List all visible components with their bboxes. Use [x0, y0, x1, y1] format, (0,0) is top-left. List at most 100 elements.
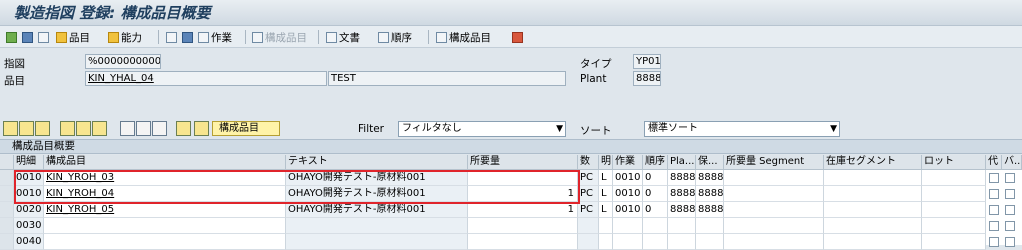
- filter-dropdown[interactable]: フィルタなし ▼: [398, 121, 566, 137]
- print-icon[interactable]: [182, 29, 193, 45]
- row-selector[interactable]: [0, 202, 14, 218]
- col-storage-cell[interactable]: 8888: [696, 202, 724, 218]
- col-item-cell[interactable]: 0030: [14, 218, 44, 234]
- col-alt-header[interactable]: 代: [986, 155, 1002, 170]
- col-storage-cell[interactable]: 8888: [696, 170, 724, 186]
- col-plant-cell[interactable]: 8888: [668, 186, 696, 202]
- col-component-header[interactable]: 構成品目: [44, 155, 286, 170]
- col-sequence-cell[interactable]: [643, 234, 668, 250]
- materials-icon[interactable]: [176, 121, 191, 136]
- alt-checkbox[interactable]: [989, 237, 999, 247]
- plant-field[interactable]: 8888: [633, 71, 661, 86]
- col-plant-header[interactable]: Pla...: [668, 155, 696, 170]
- toolbar-capacity-button[interactable]: 能力: [108, 29, 142, 45]
- col-category-header[interactable]: 明: [599, 155, 613, 170]
- col-unit-cell[interactable]: PC: [578, 170, 599, 186]
- col-category-cell[interactable]: L: [599, 170, 613, 186]
- col-stock-segment-cell[interactable]: [824, 218, 922, 234]
- col-batch-header[interactable]: ロット: [922, 155, 986, 170]
- col-sequence-cell[interactable]: 0: [643, 170, 668, 186]
- row-selector[interactable]: [0, 218, 14, 234]
- alt-checkbox[interactable]: [989, 205, 999, 215]
- row-selector[interactable]: [0, 186, 14, 202]
- select-block-icon[interactable]: [35, 121, 50, 136]
- col-batch-cell[interactable]: [922, 186, 986, 202]
- col-category-cell[interactable]: L: [599, 186, 613, 202]
- col-plant-cell[interactable]: 8888: [668, 170, 696, 186]
- col-sequence-cell[interactable]: [643, 218, 668, 234]
- col-text-cell[interactable]: OHAYO開発テスト-原材料001: [286, 202, 468, 218]
- col-unit-cell[interactable]: PC: [578, 186, 599, 202]
- alt-checkbox[interactable]: [989, 221, 999, 231]
- details-icon[interactable]: [120, 121, 135, 136]
- alt-checkbox[interactable]: [989, 173, 999, 183]
- sort-dropdown[interactable]: 標準ソート ▼: [644, 121, 840, 137]
- deselect-all-icon[interactable]: [19, 121, 34, 136]
- bulk-checkbox[interactable]: [1005, 205, 1015, 215]
- col-operation-cell[interactable]: [613, 218, 643, 234]
- hierarchy-icon[interactable]: [512, 29, 523, 45]
- col-item-cell[interactable]: 0040: [14, 234, 44, 250]
- col-unit-header[interactable]: 数: [578, 155, 599, 170]
- toolbar-materials-button[interactable]: 品目: [56, 29, 90, 45]
- col-component-cell[interactable]: KIN_YROH_05: [44, 202, 286, 218]
- toolbar-components-button[interactable]: 構成品目: [436, 29, 491, 45]
- col-sequence-cell[interactable]: 0: [643, 202, 668, 218]
- col-sequence-header[interactable]: 順序: [643, 155, 668, 170]
- save-icon[interactable]: [38, 29, 49, 45]
- col-unit-cell[interactable]: PC: [578, 202, 599, 218]
- col-operation-header[interactable]: 作業: [613, 155, 643, 170]
- col-storage-cell[interactable]: [696, 218, 724, 234]
- document-icon[interactable]: [22, 29, 33, 45]
- col-plant-cell[interactable]: [668, 218, 696, 234]
- bulk-checkbox[interactable]: [1005, 221, 1015, 231]
- col-item-cell[interactable]: 0020: [14, 202, 44, 218]
- col-batch-cell[interactable]: [922, 234, 986, 250]
- col-component-cell[interactable]: [44, 234, 286, 250]
- col-operation-cell[interactable]: 0010: [613, 170, 643, 186]
- col-segment-header[interactable]: 所要量 Segment: [724, 155, 824, 170]
- row-selector[interactable]: [0, 234, 14, 250]
- col-segment-cell[interactable]: [724, 202, 824, 218]
- toolbar-documents-button[interactable]: 文書: [326, 29, 360, 45]
- col-quantity-cell[interactable]: [468, 234, 578, 250]
- col-storage-header[interactable]: 保...: [696, 155, 724, 170]
- material-text-field[interactable]: TEST: [328, 71, 566, 86]
- type-field[interactable]: YP01: [633, 54, 661, 69]
- col-stock-segment-cell[interactable]: [824, 202, 922, 218]
- toolbar-sequence-button[interactable]: 順序: [378, 29, 412, 45]
- col-operation-cell[interactable]: 0010: [613, 186, 643, 202]
- col-stock-segment-cell[interactable]: [824, 170, 922, 186]
- col-operation-cell[interactable]: [613, 234, 643, 250]
- col-batch-cell[interactable]: [922, 170, 986, 186]
- col-batch-cell[interactable]: [922, 202, 986, 218]
- copy-row-icon[interactable]: [92, 121, 107, 136]
- col-storage-cell[interactable]: 8888: [696, 186, 724, 202]
- col-stock-segment-cell[interactable]: [824, 234, 922, 250]
- toolbar-operations-button[interactable]: 作業: [198, 29, 232, 45]
- bulk-checkbox[interactable]: [1005, 237, 1015, 247]
- col-category-cell[interactable]: [599, 234, 613, 250]
- material-field[interactable]: KIN_YHAL_04: [85, 71, 327, 86]
- select-all-rows[interactable]: [0, 155, 14, 170]
- select-all-icon[interactable]: [3, 121, 18, 136]
- col-stock-segment-header[interactable]: 在庫セグメント: [824, 155, 922, 170]
- col-segment-cell[interactable]: [724, 186, 824, 202]
- col-quantity-header[interactable]: 所要量: [468, 155, 578, 170]
- col-unit-cell[interactable]: [578, 218, 599, 234]
- col-operation-cell[interactable]: 0010: [613, 202, 643, 218]
- table-settings-icon[interactable]: [152, 121, 167, 136]
- col-text-header[interactable]: テキスト: [286, 155, 468, 170]
- bulk-checkbox[interactable]: [1005, 189, 1015, 199]
- row-selector[interactable]: [0, 170, 14, 186]
- col-text-cell[interactable]: [286, 218, 468, 234]
- col-stock-segment-cell[interactable]: [824, 186, 922, 202]
- delete-row-icon[interactable]: [76, 121, 91, 136]
- bulk-checkbox[interactable]: [1005, 173, 1015, 183]
- col-plant-cell[interactable]: 8888: [668, 202, 696, 218]
- col-segment-cell[interactable]: [724, 170, 824, 186]
- capacity-icon[interactable]: [194, 121, 209, 136]
- flag-icon[interactable]: [6, 29, 17, 45]
- col-storage-cell[interactable]: [696, 234, 724, 250]
- col-item-header[interactable]: 明細: [14, 155, 44, 170]
